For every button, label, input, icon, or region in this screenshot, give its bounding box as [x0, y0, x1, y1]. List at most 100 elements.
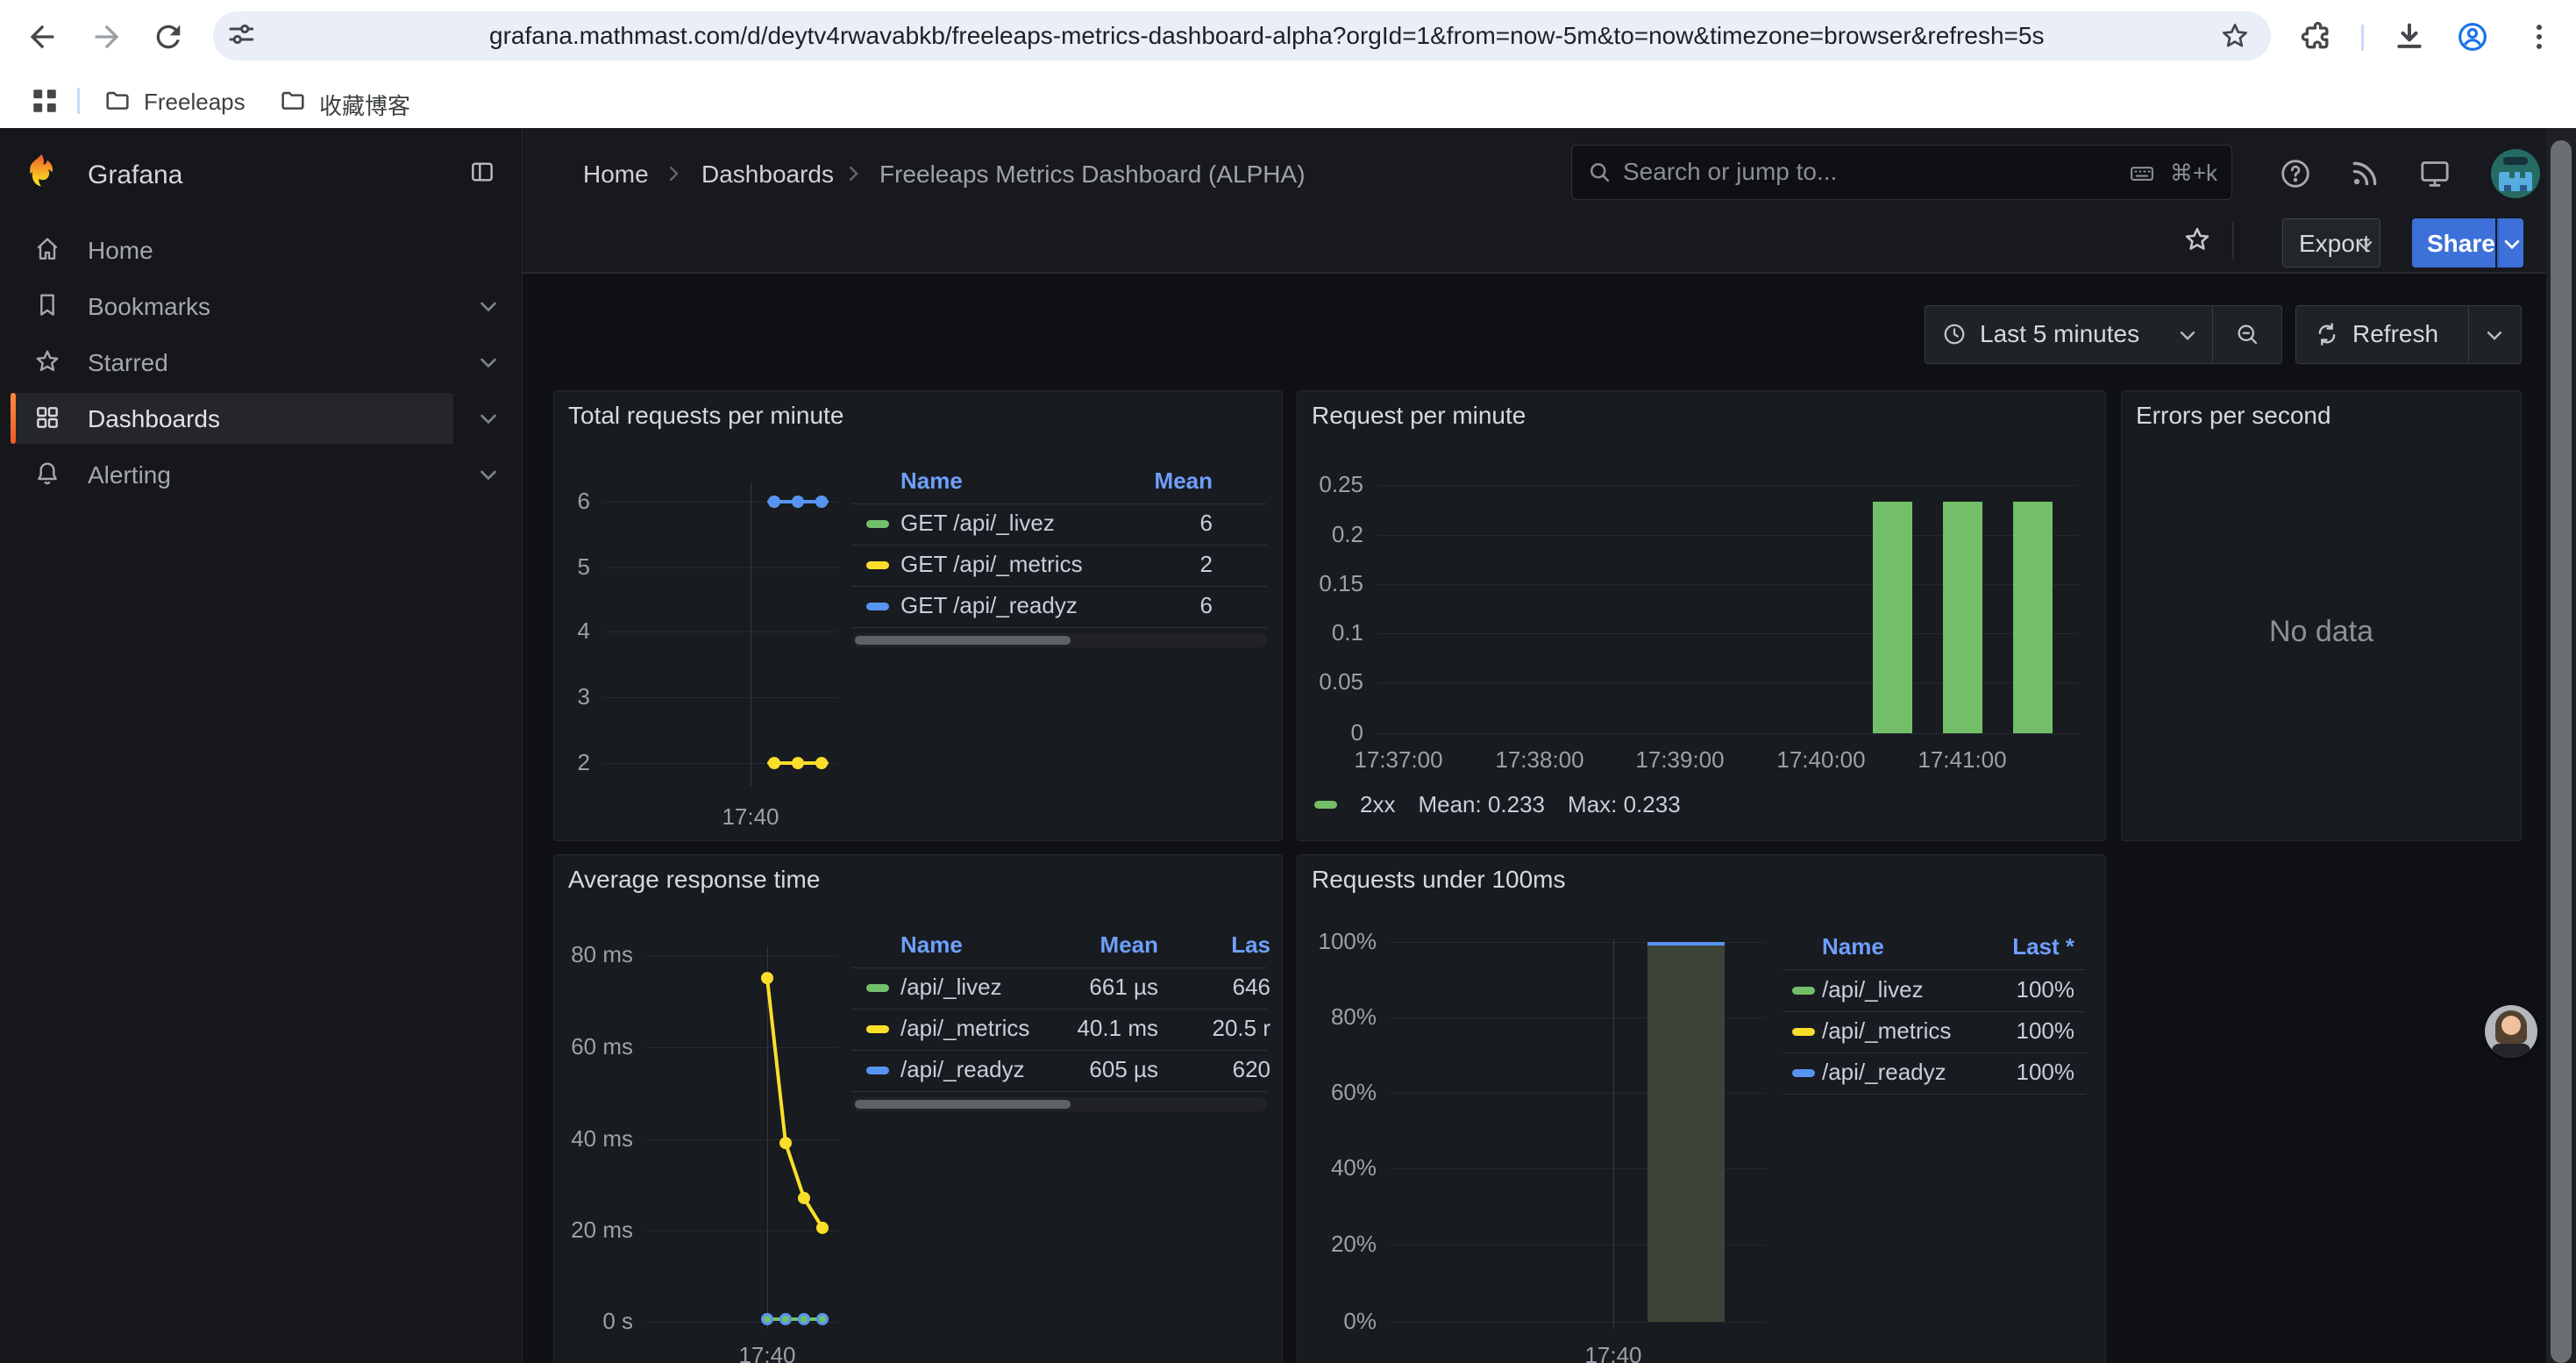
legend-scrollbar-thumb[interactable]: [855, 1100, 1071, 1109]
separator: [851, 1091, 1267, 1092]
chevron-down-icon: [2355, 235, 2374, 254]
legend-value: 100%: [1882, 1017, 2074, 1045]
search-input[interactable]: Search or jump to... ⌘+k: [1571, 145, 2232, 200]
page-scrollbar-thumb[interactable]: [2551, 140, 2572, 1363]
gridline: [602, 567, 839, 568]
grafana-logo[interactable]: [23, 153, 60, 189]
bookmark-folder-freeleaps[interactable]: Freeleaps: [103, 74, 261, 128]
bookmark-label: 收藏博客: [319, 89, 410, 121]
share-button[interactable]: Share: [2412, 218, 2495, 268]
reload-icon[interactable]: [151, 19, 186, 54]
panel-total-requests-per-minute: Total requests per minute 6543217:40Name…: [553, 390, 1283, 841]
legend-header-name[interactable]: Name: [900, 931, 963, 959]
legend-series-name[interactable]: 2xx: [1360, 791, 1395, 818]
bell-icon: [33, 460, 61, 488]
bookmark-icon: [33, 291, 61, 319]
assistant-avatar[interactable]: [2485, 1005, 2537, 1058]
panel-request-per-minute: Request per minute 0.250.20.150.10.05017…: [1297, 390, 2106, 841]
apps-grid-icon[interactable]: [30, 86, 60, 116]
panel-average-response-time: Average response time 80 ms60 ms40 ms20 …: [553, 854, 1283, 1363]
profile-icon[interactable]: [2455, 19, 2490, 54]
monitor-kiosk-icon[interactable]: [2417, 156, 2452, 191]
legend-header-2[interactable]: Las: [1078, 931, 1270, 959]
chevron-down-icon[interactable]: [478, 464, 499, 485]
data-point: [792, 757, 804, 769]
site-settings-icon[interactable]: [225, 18, 257, 50]
url-bar[interactable]: grafana.mathmast.com/d/deytv4rwavabkb/fr…: [213, 11, 2271, 61]
legend-header-name[interactable]: Name: [1822, 933, 1884, 960]
export-button[interactable]: Export: [2282, 218, 2380, 268]
sidebar-item-bookmarks[interactable]: Bookmarks: [0, 278, 523, 334]
data-point: [819, 1316, 826, 1323]
chevron-down-icon: [2178, 325, 2197, 345]
bookmark-folder-blogs[interactable]: 收藏博客: [279, 74, 445, 128]
sidebar-item-dashboards[interactable]: Dashboards: [0, 390, 523, 446]
panel-body: 0.250.20.150.10.05017:37:0017:38:0017:39…: [1298, 391, 2106, 841]
y-tick-label: 0.1: [1298, 619, 1363, 646]
y-tick-label: 3: [554, 683, 590, 710]
legend-header-1[interactable]: Mean: [1020, 467, 1213, 495]
collapse-sidebar-icon[interactable]: [468, 158, 496, 186]
legend-value: 100%: [1882, 976, 2074, 1003]
brand-name[interactable]: Grafana: [88, 161, 182, 190]
legend-value: 100%: [1882, 1059, 2074, 1086]
chevron-down-icon: [2485, 325, 2504, 345]
share-menu-button[interactable]: [2497, 218, 2523, 268]
legend-header-name[interactable]: Name: [900, 467, 963, 495]
sidebar-item-alerting[interactable]: Alerting: [0, 446, 523, 503]
legend-header-1[interactable]: Last *: [1882, 933, 2074, 960]
back-icon[interactable]: [25, 19, 60, 54]
url-text[interactable]: grafana.mathmast.com/d/deytv4rwavabkb/fr…: [489, 23, 2044, 49]
breadcrumb-home[interactable]: Home: [583, 161, 649, 189]
star-icon: [33, 347, 61, 375]
help-icon[interactable]: [2278, 156, 2313, 191]
y-tick-label: 0%: [1298, 1308, 1377, 1335]
legend-swatch: [866, 603, 889, 610]
bar: [2013, 502, 2053, 733]
chevron-down-icon[interactable]: [478, 408, 499, 429]
legend-scrollbar-thumb[interactable]: [855, 636, 1071, 645]
separator: [1783, 969, 2086, 970]
x-tick-label: 17:40:00: [1742, 746, 1900, 774]
menu-kebab-icon[interactable]: [2522, 19, 2557, 54]
panel-title[interactable]: Errors per second: [2136, 402, 2331, 430]
chevron-down-icon[interactable]: [478, 352, 499, 373]
sidebar-item-starred[interactable]: Starred: [0, 334, 523, 390]
user-avatar[interactable]: [2491, 149, 2540, 198]
y-tick-label: 0.05: [1298, 668, 1363, 696]
separator: [851, 586, 1267, 587]
refresh-interval-button[interactable]: [2469, 306, 2521, 363]
legend-line: 2xxMean: 0.233Max: 0.233: [1314, 791, 1681, 818]
download-icon[interactable]: [2392, 19, 2427, 54]
legend-swatch: [866, 1025, 889, 1033]
legend-swatch: [1792, 1028, 1815, 1036]
zoom-out-button[interactable]: [2213, 306, 2282, 363]
bookmarks-bar: Freeleaps 收藏博客: [0, 74, 2576, 128]
y-tick-label: 4: [554, 617, 590, 645]
time-range-picker[interactable]: Last 5 minutes: [1925, 306, 2212, 363]
bookmark-star-icon[interactable]: [2219, 20, 2251, 52]
y-tick-label: 0.25: [1298, 471, 1363, 498]
y-tick-label: 6: [554, 488, 590, 515]
data-point: [782, 1316, 789, 1323]
bar: [1873, 502, 1912, 733]
separator: [1783, 1011, 2086, 1012]
dashboards-grid-icon: [33, 403, 61, 432]
keyboard-icon: [2128, 161, 2156, 187]
chevron-down-icon[interactable]: [478, 296, 499, 317]
folder-icon: [279, 87, 307, 115]
sidebar-item-home[interactable]: Home: [0, 222, 523, 278]
legend-value: 646: [1078, 974, 1270, 1001]
news-rss-icon[interactable]: [2347, 156, 2382, 191]
legend-swatch: [866, 520, 889, 528]
legend-swatch: [866, 984, 889, 992]
forward-icon[interactable]: [89, 19, 125, 54]
data-point: [768, 757, 780, 769]
favorite-star-icon[interactable]: [2182, 225, 2212, 254]
data-point: [792, 496, 804, 508]
clock-icon: [1941, 321, 1968, 347]
y-tick-label: 80%: [1298, 1003, 1377, 1031]
extensions-icon[interactable]: [2300, 19, 2335, 54]
breadcrumb-dashboards[interactable]: Dashboards: [701, 161, 834, 189]
refresh-button[interactable]: Refresh: [2296, 306, 2468, 363]
